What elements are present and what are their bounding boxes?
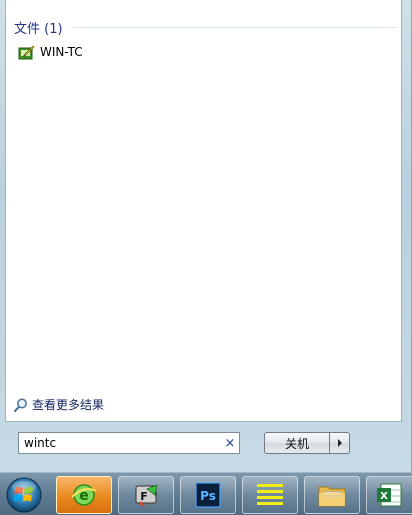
svg-text:F: F — [140, 490, 148, 503]
taskbar: e F Ps X — [0, 472, 412, 515]
foxmail-icon: F — [135, 484, 158, 507]
win-tc-app-icon — [18, 45, 35, 59]
search-input[interactable] — [19, 433, 221, 453]
start-menu: 文件 (1) WIN-TC 查看更多结果 × 关机 — [0, 0, 412, 472]
ie-icon: e — [71, 484, 97, 506]
group-divider — [70, 27, 396, 28]
result-item-label: WIN-TC — [40, 45, 83, 59]
results-group-header: 文件 (1) — [14, 18, 396, 37]
folder-icon — [318, 486, 346, 507]
taskbar-ie-button[interactable]: e — [56, 476, 112, 514]
taskbar-excel-button[interactable]: X — [366, 476, 412, 514]
taskbar-foxmail-button[interactable]: F — [118, 476, 174, 514]
shutdown-button[interactable]: 关机 — [264, 432, 330, 454]
see-more-results-label: 查看更多结果 — [32, 398, 105, 412]
result-item-win-tc[interactable]: WIN-TC — [18, 41, 198, 63]
search-results-panel: 文件 (1) WIN-TC 查看更多结果 — [5, 0, 402, 422]
notepad-icon — [257, 484, 283, 505]
taskbar-photoshop-button[interactable]: Ps — [180, 476, 236, 514]
excel-icon: X — [376, 483, 401, 507]
start-orb-icon[interactable] — [4, 476, 44, 514]
shutdown-options-button[interactable] — [330, 432, 350, 454]
results-group-title[interactable]: 文件 (1) — [14, 18, 63, 37]
ps-icon: Ps — [195, 482, 221, 508]
search-box: × — [18, 432, 240, 454]
see-more-results-link[interactable]: 查看更多结果 — [13, 396, 104, 413]
svg-text:X: X — [380, 491, 388, 502]
arrow-right-icon — [337, 439, 342, 447]
clear-search-button[interactable]: × — [221, 436, 239, 451]
taskbar-explorer-button[interactable] — [304, 476, 360, 514]
magnifier-icon — [14, 398, 27, 412]
shutdown-control: 关机 — [264, 432, 350, 454]
taskbar-notepad-button[interactable] — [242, 476, 298, 514]
svg-text:Ps: Ps — [200, 489, 216, 503]
